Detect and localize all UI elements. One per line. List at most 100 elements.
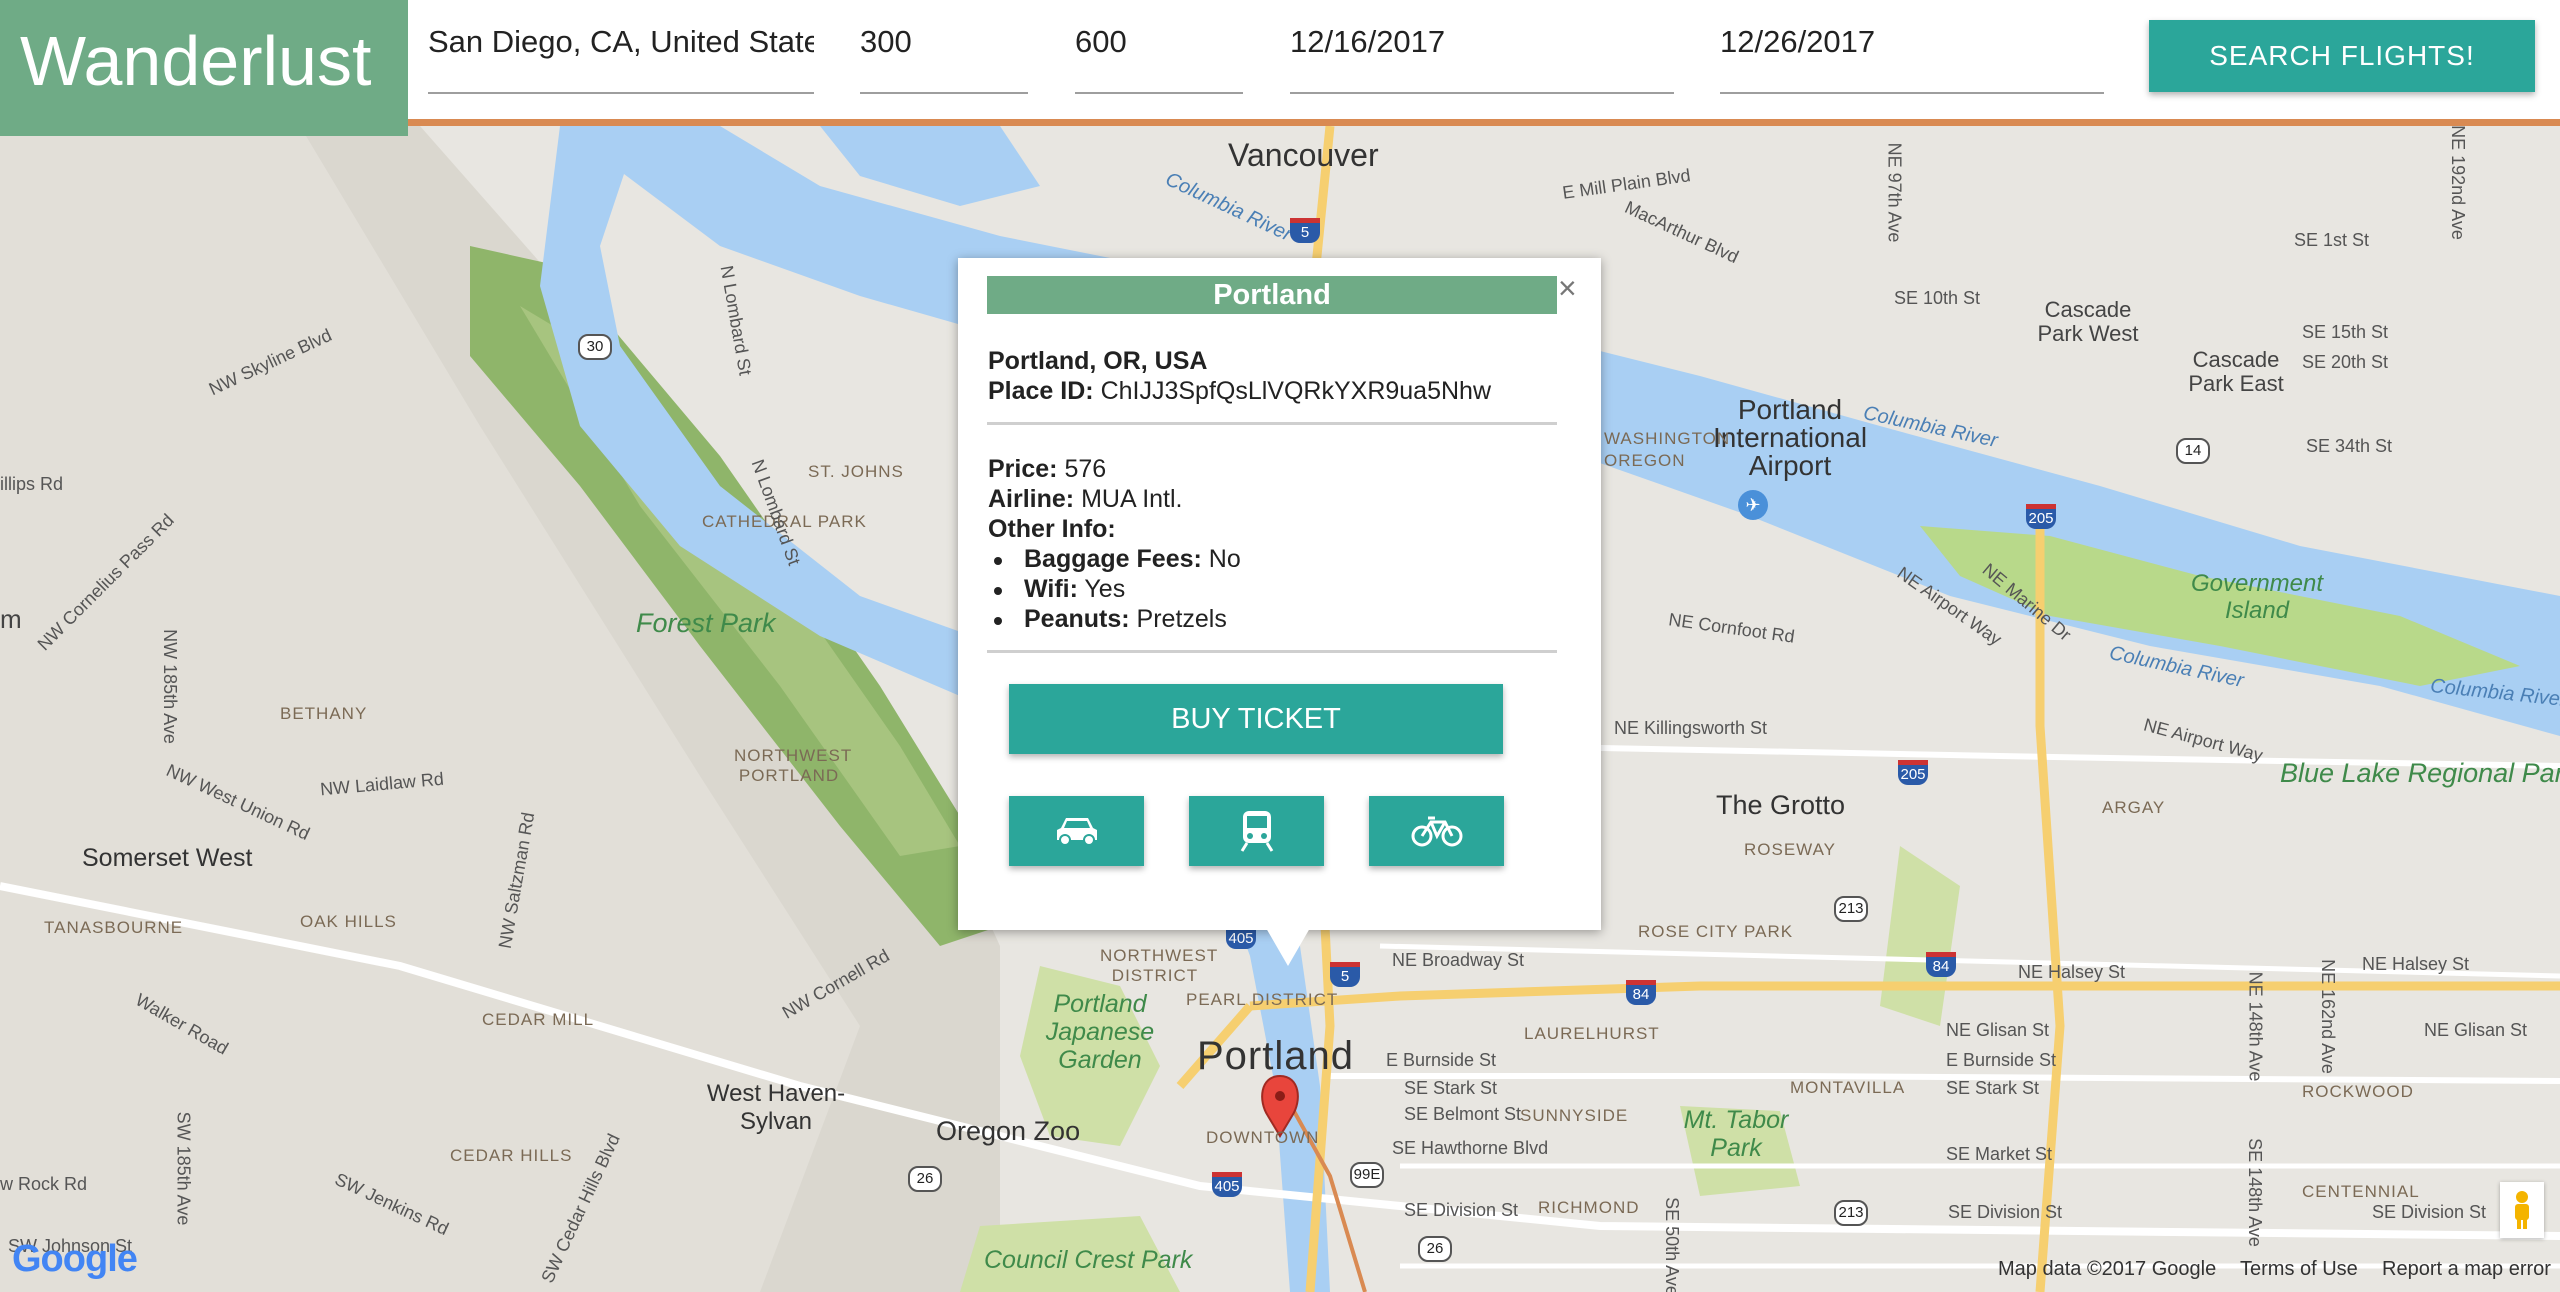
map-label-e-burnside-1: E Burnside St <box>1386 1050 1497 1070</box>
popup-airline: Airline: MUA Intl. <box>988 484 1183 514</box>
search-flights-button[interactable]: SEARCH FLIGHTS! <box>2149 20 2535 92</box>
airline-value: MUA Intl. <box>1081 485 1183 513</box>
airport-icon[interactable]: ✈ <box>1738 490 1768 520</box>
map-label-ne-halsey-2: NE Halsey St <box>2362 954 2470 974</box>
map-label-downtown: DOWNTOWN <box>1206 1128 1320 1147</box>
map-label-se-stark-1: SE Stark St <box>1404 1078 1498 1098</box>
map-label-se-148th: SE 148th Ave <box>2244 1138 2265 1247</box>
map-label-the-grotto: The Grotto <box>1716 790 1846 820</box>
max-price-field-wrapper <box>1075 0 1243 94</box>
map-label-mt-tabor: Mt. Tabor Park <box>1683 1106 1789 1162</box>
map-label-se-division-2: SE Division St <box>1948 1202 2063 1222</box>
origin-input[interactable] <box>428 24 814 60</box>
price-label: Price: <box>988 455 1058 483</box>
return-date-field-wrapper <box>1720 0 2104 94</box>
interstate-5-shield: 5 <box>1290 218 1320 243</box>
min-price-input[interactable] <box>860 24 1028 60</box>
map-label-se-division-3: SE Division St <box>2372 1202 2487 1222</box>
min-price-field-wrapper <box>860 0 1028 94</box>
close-icon[interactable]: × <box>1558 272 1577 304</box>
map-label-sunnyside: SUNNYSIDE <box>1520 1106 1629 1125</box>
route-213-shield-2: 213 <box>1834 1200 1868 1226</box>
interstate-205-shield-2: 205 <box>1898 760 1928 785</box>
map-label-tanasbourne: TANASBOURNE <box>44 918 184 937</box>
map-label-se-15th: SE 15th St <box>2302 322 2389 342</box>
pegman-icon <box>2515 1191 2529 1229</box>
return-date-input[interactable] <box>1720 24 2104 60</box>
report-map-error-link[interactable]: Report a map error <box>2382 1258 2551 1281</box>
buy-ticket-button[interactable]: BUY TICKET <box>1009 684 1503 754</box>
map-label-somerset-west: Somerset West <box>82 844 253 872</box>
popup-divider-2 <box>987 650 1557 653</box>
us-26-shield-2: 26 <box>1418 1236 1452 1262</box>
map-label-blue-lake: Blue Lake Regional Par <box>2280 758 2560 788</box>
map-label-se-10th: SE 10th St <box>1894 288 1981 308</box>
map-label-ne-97th: NE 97th Ave <box>1884 142 1905 243</box>
info-item-peanuts: Peanuts: Pretzels <box>1024 604 1227 634</box>
popup-place-id: Place ID: ChIJJ3SpfQsLlVQRkYXR9ua5Nhw <box>988 376 1491 406</box>
map-label-richmond: RICHMOND <box>1538 1198 1640 1217</box>
other-info-label: Other Info: <box>988 515 1116 543</box>
map-label-ne-148th: NE 148th Ave <box>2245 971 2266 1082</box>
map-label-cascade-park-east: Cascade Park East <box>2188 347 2284 396</box>
bullet-icon <box>994 557 1002 565</box>
train-icon <box>1240 811 1273 852</box>
app-logo-text: Wanderlust <box>20 22 372 100</box>
map-label-phillips-rd: illips Rd <box>0 474 64 494</box>
map-label-se-34th: SE 34th St <box>2306 436 2393 456</box>
popup-title: Portland <box>987 276 1557 314</box>
price-value: 576 <box>1064 455 1107 483</box>
google-logo[interactable]: Google <box>12 1238 138 1281</box>
map-label-ne-broadway: NE Broadway St <box>1392 950 1525 970</box>
map-data-attribution: Map data ©2017 Google <box>1998 1258 2217 1280</box>
map-label-se-1st: SE 1st St <box>2294 230 2370 250</box>
transit-directions-button[interactable] <box>1189 796 1324 866</box>
map-label-roseway: ROSEWAY <box>1744 840 1837 859</box>
map-label-forest-park: Forest Park <box>636 608 776 638</box>
map-label-washington-oregon: WASHINGTON OREGON <box>1604 429 1731 470</box>
info-item-value: No <box>1208 545 1241 573</box>
map-label-se-stark-2: SE Stark St <box>1946 1078 2040 1098</box>
popup-other-info: Other Info: <box>988 514 1116 544</box>
info-item-label: Baggage Fees: <box>1024 545 1202 573</box>
popup-divider-1 <box>987 422 1557 425</box>
interstate-205-shield: 205 <box>2026 504 2056 529</box>
header-accent-bar <box>408 119 2560 126</box>
map-label-ne-glisan-2: NE Glisan St <box>2424 1020 2528 1040</box>
us-26-shield: 26 <box>908 1166 942 1192</box>
interstate-84-shield: 84 <box>1926 952 1956 977</box>
bike-directions-button[interactable] <box>1369 796 1504 866</box>
depart-date-field-wrapper <box>1290 0 1674 94</box>
map-label-ne-162nd: NE 162nd Ave <box>2317 959 2338 1074</box>
terms-of-use-link[interactable]: Terms of Use <box>2240 1258 2358 1281</box>
map-label-se-division-1: SE Division St <box>1404 1200 1519 1220</box>
map-label-portland: Portland <box>1197 1034 1354 1078</box>
google-logo-text: Google <box>12 1238 138 1280</box>
map-label-ne-glisan-1: NE Glisan St <box>1946 1020 2050 1040</box>
map-label-nw-185th: NW 185th Ave <box>159 629 180 744</box>
map-label-se-belmont: SE Belmont St <box>1404 1104 1522 1124</box>
max-price-input[interactable] <box>1075 24 1243 60</box>
depart-date-input[interactable] <box>1290 24 1674 60</box>
map-label-e-burnside-2: E Burnside St <box>1946 1050 2057 1070</box>
route-99e-shield: 99E <box>1350 1162 1384 1188</box>
map-label-pearl-district: PEARL DISTRICT <box>1186 990 1339 1009</box>
info-item-value: Yes <box>1084 575 1126 603</box>
street-view-pegman[interactable] <box>2500 1182 2544 1238</box>
map-label-se-20th: SE 20th St <box>2302 352 2389 372</box>
info-item-wifi: Wifi: Yes <box>1024 574 1125 604</box>
info-window-tail <box>1266 928 1310 966</box>
map-label-northwest-district: NORTHWEST DISTRICT <box>1100 946 1219 985</box>
map-label-cedar-hills: CEDAR HILLS <box>450 1146 573 1165</box>
map-label-se-market: SE Market St <box>1946 1144 2053 1164</box>
map-label-se-hawthorne: SE Hawthorne Blvd <box>1392 1138 1549 1158</box>
drive-directions-button[interactable] <box>1009 796 1144 866</box>
map-label-council-crest: Council Crest Park <box>984 1246 1193 1274</box>
bicycle-icon <box>1411 816 1462 847</box>
destination-info-window: × Portland Portland, OR, USA Place ID: C… <box>958 258 1601 930</box>
car-icon <box>1056 818 1097 846</box>
app-logo[interactable]: Wanderlust <box>0 0 408 136</box>
map-label-edge-m: m <box>0 604 22 634</box>
place-id-label: Place ID: <box>988 377 1094 405</box>
map-label-cascade-park-west: Cascade Park West <box>2037 297 2139 346</box>
